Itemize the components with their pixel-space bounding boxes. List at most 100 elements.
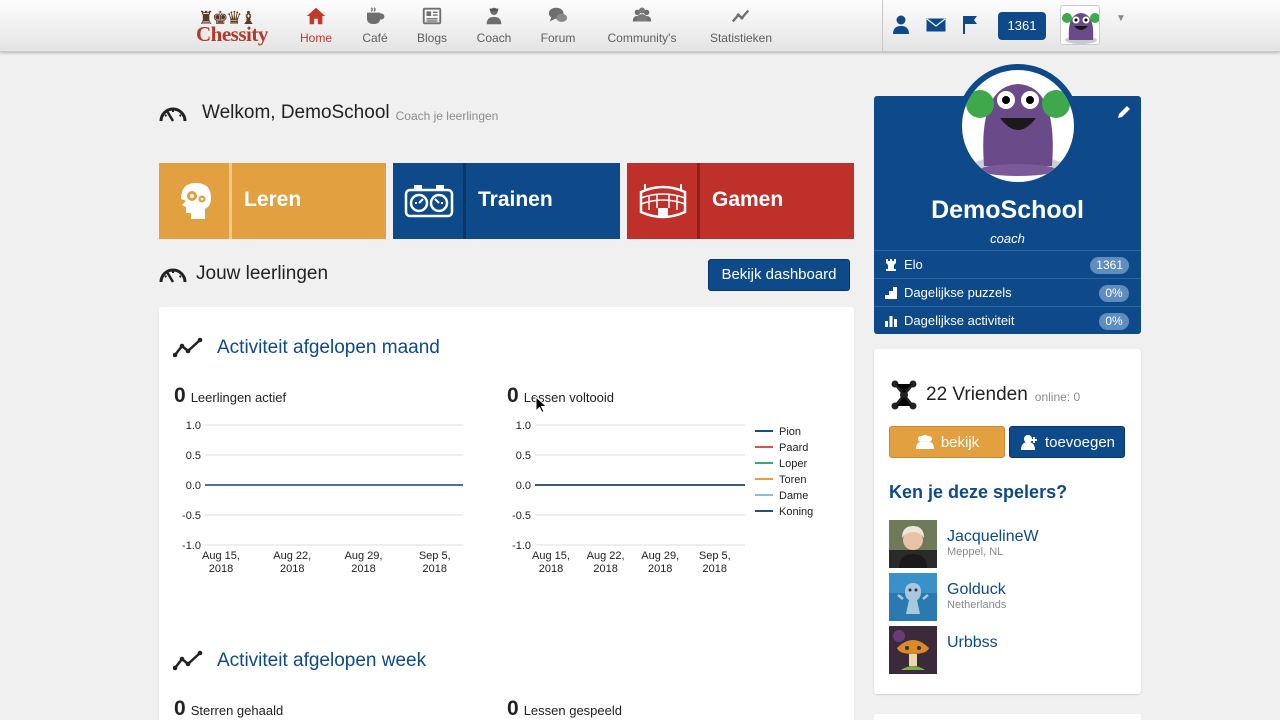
bar-chart-icon (885, 315, 897, 327)
view-friends-button[interactable]: bekijk (889, 426, 1005, 458)
tile-trainen[interactable]: Trainen (393, 163, 620, 239)
add-friends-button[interactable]: toevoegen (1009, 426, 1125, 458)
friends-header: 22 Vrienden online: 0 (890, 380, 1080, 410)
monster-avatar-icon (1062, 13, 1099, 44)
nav-forum[interactable]: Forum (538, 5, 578, 49)
flag-icon[interactable] (962, 15, 978, 35)
legend-label: Pion (779, 426, 801, 438)
y-tick-label: 1.0 (186, 420, 201, 432)
stat-stars: 0 Sterren gehaald (174, 697, 284, 720)
profile-stat-daily-activity[interactable]: Dagelijkse activiteit 0% (874, 306, 1141, 334)
add-user-icon (1020, 435, 1037, 450)
y-tick-label: 0.5 (516, 450, 531, 462)
x-tick-label: 2018 (209, 563, 233, 575)
nav-coach[interactable]: Coach (474, 5, 514, 49)
stadium-icon (627, 163, 699, 239)
line-chart-icon (173, 337, 203, 358)
y-tick-label: 1.0 (516, 420, 531, 432)
x-tick-label: Aug 15, (202, 550, 240, 562)
line-chart-icon (731, 9, 750, 23)
y-tick-label: -1.0 (182, 540, 201, 552)
y-tick-label: -1.0 (512, 540, 531, 552)
suggested-player[interactable]: JacquelineW Meppel, NL (889, 520, 1129, 568)
mouse-cursor-icon (535, 396, 547, 414)
y-tick-label: -0.5 (182, 510, 201, 522)
welcome-title: Welkom, DemoSchool (202, 102, 390, 123)
welcome-subtitle: Coach je leerlingen (395, 108, 499, 123)
line-chart: 1.00.50.0-0.5-1.0Aug 15,2018Aug 22,2018A… (512, 420, 813, 575)
monster-avatar-icon (966, 84, 1070, 176)
user-avatar[interactable] (1060, 5, 1100, 45)
elo-rating-badge[interactable]: 1361 (998, 12, 1046, 40)
students-header: Jouw leerlingen (158, 263, 328, 285)
stat-lessons-completed: 0 Lessen voltooid (507, 384, 615, 407)
month-activity-header: Activiteit afgelopen maand (173, 337, 440, 359)
profile-role: coach (990, 231, 1025, 246)
view-dashboard-button[interactable]: Bekijk dashboard (708, 259, 850, 291)
line-chart: 1.00.50.0-0.5-1.0Aug 15,2018Aug 22,2018A… (182, 420, 479, 575)
nav-home[interactable]: Home (296, 5, 336, 49)
chessity-logo[interactable]: ♜♚♛♝ Chessity (178, 8, 270, 46)
suggested-player[interactable]: Golduck Netherlands (889, 573, 1129, 621)
profile-stat-elo[interactable]: Elo 1361 (874, 250, 1141, 278)
y-tick-label: 0.0 (186, 480, 201, 492)
coffee-cup-icon (366, 7, 385, 25)
tile-label: Gamen (712, 188, 784, 211)
nav-communities[interactable]: Community's (604, 5, 680, 49)
user-icon[interactable] (892, 15, 910, 35)
home-icon (306, 7, 326, 25)
nav-statistieken[interactable]: Statistieken (706, 5, 776, 49)
nav-blogs[interactable]: Blogs (414, 5, 450, 49)
legend-label: Koning (779, 506, 813, 518)
tile-leren[interactable]: Leren (159, 163, 386, 239)
section-title: Jouw leerlingen (196, 263, 329, 284)
x-tick-label: 2018 (422, 563, 446, 575)
x-tick-label: 2018 (351, 563, 375, 575)
friends-online: online: 0 (1034, 389, 1081, 404)
player-avatar (889, 573, 937, 621)
dashboard-gauge-icon (159, 268, 187, 283)
x-tick-label: Aug 22, (587, 550, 625, 562)
legend-label: Toren (779, 474, 807, 486)
stat-lessons-played: 0 Lessen gespeeld (507, 697, 622, 720)
puzzle-stairs-icon (885, 286, 897, 299)
chess-clock-icon (393, 163, 465, 239)
x-tick-label: Sep 5, (699, 550, 731, 562)
profile-stat-daily-puzzles[interactable]: Dagelijkse puzzels 0% (874, 278, 1141, 306)
x-tick-label: 2018 (648, 563, 672, 575)
y-tick-label: 0.0 (516, 480, 531, 492)
week-activity-header: Activiteit afgelopen week (173, 650, 426, 672)
rook-icon (886, 258, 896, 271)
tile-label: Trainen (478, 188, 553, 211)
friends-count: 22 Vrienden (926, 384, 1028, 405)
player-avatar (889, 520, 937, 568)
welcome-header: Welkom, DemoSchool Coach je leerlingen (158, 98, 498, 128)
network-people-icon (891, 380, 917, 410)
tile-separator (229, 163, 232, 239)
profile-name: DemoSchool (931, 196, 1084, 224)
x-tick-label: Sep 5, (419, 550, 451, 562)
x-tick-label: 2018 (539, 563, 563, 575)
mail-icon[interactable] (926, 18, 946, 32)
profile-card: DemoSchool coach Elo 1361 Dagelijkse puz… (874, 64, 1141, 334)
suggestions-title: Ken je deze spelers? (889, 482, 1068, 502)
active-students-chart: 1.0 0.5 0.0 -0.5 -1.0 Aug 15, 2018 Aug 22, 2018 A… (169, 415, 479, 590)
dashboard-gauge-icon (159, 107, 187, 122)
x-tick-label: Aug 15, (532, 550, 570, 562)
activity-panel: Activiteit afgelopen maand 0 Leerlingen … (159, 307, 854, 720)
profile-avatar[interactable] (956, 64, 1080, 188)
x-tick-label: Aug 29, (641, 550, 679, 562)
friends-card: 22 Vrienden online: 0 bekijk toevoegen K… (874, 349, 1141, 694)
nav-cafe[interactable]: Café (357, 5, 393, 49)
suggested-player[interactable]: Urbbss (889, 626, 1129, 674)
pencil-edit-icon[interactable] (1116, 104, 1132, 120)
newspaper-icon (422, 7, 442, 25)
legend-label: Loper (779, 458, 807, 470)
brain-gears-icon (159, 163, 231, 239)
coach-icon (486, 7, 502, 25)
people-group-icon (915, 434, 934, 449)
y-tick-label: 0.5 (186, 450, 201, 462)
chevron-down-icon[interactable]: ▼ (1116, 13, 1126, 24)
tile-gamen[interactable]: Gamen (627, 163, 854, 239)
top-navigation-bar: ♜♚♛♝ Chessity Home Café Blogs Coach Foru… (0, 0, 1280, 52)
